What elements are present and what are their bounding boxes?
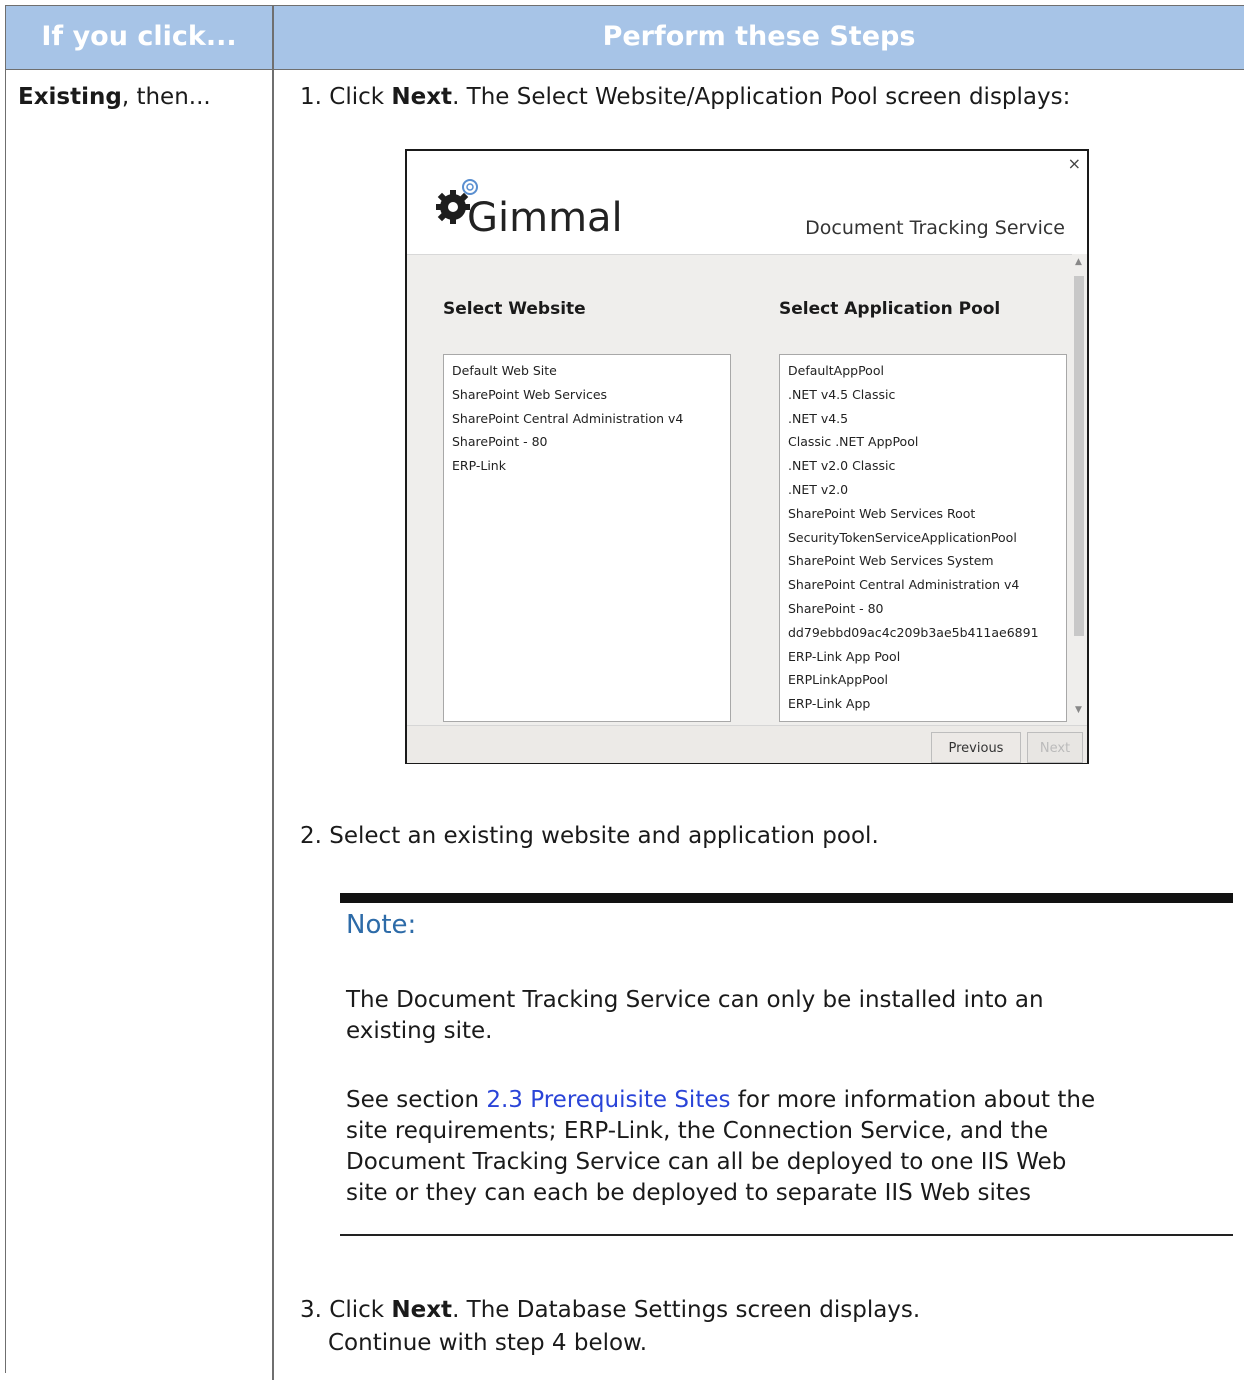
list-item[interactable]: .NET v2.0 Classic xyxy=(780,454,1066,478)
app-pool-listbox[interactable]: DefaultAppPool .NET v4.5 Classic .NET v4… xyxy=(779,354,1067,722)
row-label: Existing, then... xyxy=(18,84,211,110)
select-website-label: Select Website xyxy=(443,299,586,319)
note-top-rule xyxy=(340,893,1233,903)
note-p2-line4: site or they can each be deployed to sep… xyxy=(346,1180,1032,1206)
list-item[interactable]: dd79ebbd09ac4c209b3ae5b411ae6891 xyxy=(780,621,1066,645)
step-1: 1. Click Next. The Select Website/Applic… xyxy=(300,84,1070,110)
next-button[interactable]: Next xyxy=(1027,732,1083,763)
website-listbox[interactable]: Default Web Site SharePoint Web Services… xyxy=(443,354,731,722)
row-label-rest: , then... xyxy=(121,84,211,110)
note-p2-line1: See section 2.3 Prerequisite Sites for m… xyxy=(346,1085,1216,1116)
list-item[interactable]: SharePoint Central Administration v4 xyxy=(780,573,1066,597)
list-item[interactable]: .NET v4.5 xyxy=(780,407,1066,431)
list-item[interactable]: .NET v4.5 Classic xyxy=(780,383,1066,407)
table-header: If you click... Perform these Steps xyxy=(6,6,1244,70)
list-item[interactable]: SharePoint Central Administration v4 xyxy=(444,407,730,431)
note-p1-line1: The Document Tracking Service can only b… xyxy=(346,987,1044,1013)
step-1-suffix: . The Select Website/Application Pool sc… xyxy=(452,84,1071,110)
column-divider xyxy=(272,70,274,1380)
select-website-dialog: Gimmal Document Tracking Service × ▲ ▼ S… xyxy=(405,149,1089,764)
list-item[interactable]: Classic .NET AppPool xyxy=(780,430,1066,454)
note-paragraph-1: The Document Tracking Service can only b… xyxy=(346,985,1216,1047)
step-3: 3. Click Next. The Database Settings scr… xyxy=(300,1297,920,1323)
prerequisite-sites-link[interactable]: 2.3 Prerequisite Sites xyxy=(486,1087,730,1113)
list-item[interactable]: SharePoint Web Services System xyxy=(780,549,1066,573)
service-name: Document Tracking Service xyxy=(805,217,1065,239)
step-1-bold: Next xyxy=(391,84,453,110)
list-item[interactable]: SharePoint Web Services Root xyxy=(780,502,1066,526)
list-item[interactable]: SharePoint - 80 xyxy=(444,430,730,454)
row-label-bold: Existing xyxy=(18,84,122,110)
scroll-up-icon[interactable]: ▲ xyxy=(1075,257,1082,267)
scrollbar-thumb[interactable] xyxy=(1074,276,1084,636)
step-2: 2. Select an existing website and applic… xyxy=(300,823,879,849)
note-paragraph-2: See section 2.3 Prerequisite Sites for m… xyxy=(346,1085,1216,1209)
note-p2-suffix: for more information about the xyxy=(730,1087,1096,1113)
header-if-you-click: If you click... xyxy=(41,21,237,52)
note-p1-line2: existing site. xyxy=(346,1018,493,1044)
previous-button[interactable]: Previous xyxy=(931,732,1021,763)
list-item[interactable]: ERP-Link xyxy=(444,454,730,478)
list-item[interactable]: .NET v2.0 xyxy=(780,478,1066,502)
list-item[interactable]: ERP-Link App xyxy=(780,692,1066,716)
step-3-suffix: . The Database Settings screen displays. xyxy=(452,1297,921,1323)
list-item[interactable]: DefaultAppPool xyxy=(780,359,1066,383)
list-item[interactable]: ERP-Link App Pool xyxy=(780,645,1066,669)
select-app-pool-label: Select Application Pool xyxy=(779,299,1001,319)
list-item[interactable]: Default Web Site xyxy=(444,359,730,383)
list-item[interactable]: SharePoint - 80 xyxy=(780,597,1066,621)
step-3-bold: Next xyxy=(391,1297,453,1323)
list-item[interactable]: SecurityTokenServiceApplicationPool xyxy=(780,526,1066,550)
gimmal-logo-text: Gimmal xyxy=(467,195,623,241)
step-1-prefix: 1. Click xyxy=(300,84,392,110)
note-p2-line2: site requirements; ERP-Link, the Connect… xyxy=(346,1118,1049,1144)
header-perform-steps: Perform these Steps xyxy=(602,21,916,52)
note-p2-prefix: See section xyxy=(346,1087,487,1113)
note-bottom-rule xyxy=(340,1234,1233,1236)
list-item[interactable]: SharePoint Web Services xyxy=(444,383,730,407)
step-3-line-2: Continue with step 4 below. xyxy=(328,1330,648,1356)
scroll-down-icon[interactable]: ▼ xyxy=(1075,705,1082,715)
step-3-prefix: 3. Click xyxy=(300,1297,392,1323)
note-p2-line3: Document Tracking Service can all be dep… xyxy=(346,1149,1067,1175)
dialog-banner: Gimmal Document Tracking Service × xyxy=(407,151,1087,254)
close-icon[interactable]: × xyxy=(1068,154,1081,173)
note-title: Note: xyxy=(346,910,417,940)
list-item[interactable]: ERPLinkAppPool xyxy=(780,668,1066,692)
